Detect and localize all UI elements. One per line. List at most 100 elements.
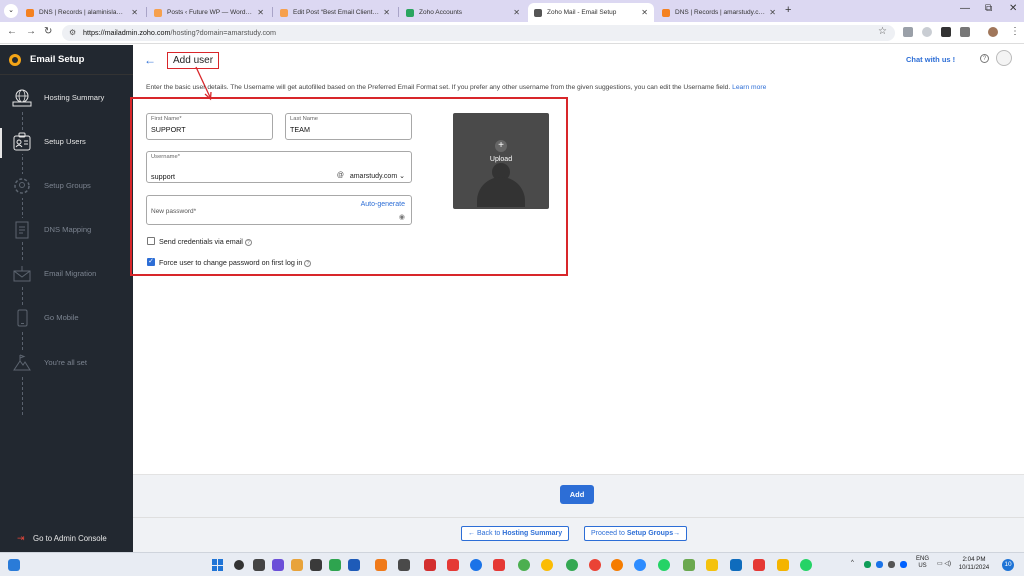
url-text: https://mailadmin.zoho.com/hosting?domai… [83, 28, 277, 37]
domain-select[interactable]: amarstudy.com ⌄ [350, 172, 405, 180]
admin-console-link[interactable]: ⇥ Go to Admin Console [0, 524, 133, 552]
taskbar-app-icon[interactable] [447, 559, 459, 571]
site-info-icon[interactable]: ⚙ [69, 28, 76, 37]
help-question-icon[interactable]: ? [244, 238, 252, 246]
chrome-icon[interactable] [589, 559, 601, 571]
close-tab-icon[interactable]: ✕ [769, 8, 776, 17]
sidebar-item-email-migration[interactable]: Email Migration [0, 260, 133, 290]
extensions-puzzle-icon[interactable] [960, 27, 970, 37]
close-tab-icon[interactable]: ✕ [641, 8, 648, 17]
sidebar-item-dns-mapping[interactable]: DNS Mapping [0, 216, 133, 246]
browser-menu-icon[interactable]: ⋮ [1010, 26, 1020, 37]
proceed-to-setup-groups-button[interactable]: Proceed to Setup Groups→ [584, 526, 688, 541]
sidebar-item-label: Setup Groups [44, 181, 91, 190]
chat-app-icon[interactable] [272, 559, 284, 571]
language-indicator[interactable]: ENG US [916, 556, 929, 570]
taskbar-app-icon[interactable] [470, 559, 482, 571]
sidebar-item-label: You're all set [44, 358, 87, 367]
taskbar-app-icon[interactable] [329, 559, 341, 571]
notification-badge[interactable]: 10 [1002, 559, 1014, 571]
sidebar-item-hosting-summary[interactable]: Hosting Summary [0, 84, 133, 114]
bookmark-star-icon[interactable]: ☆ [878, 26, 887, 37]
clock[interactable]: 2:04 PM 10/11/2024 [954, 556, 994, 572]
taskbar-app-icon[interactable] [753, 559, 765, 571]
widgets-icon[interactable] [8, 559, 20, 571]
whatsapp-icon[interactable] [800, 559, 812, 571]
chevron-down-icon: ⌄ [399, 173, 405, 180]
outlook-icon[interactable] [730, 559, 742, 571]
profile-avatar-icon[interactable] [988, 27, 998, 37]
restore-window-button[interactable]: ⧉ [985, 3, 992, 14]
chrome-icon[interactable] [566, 559, 578, 571]
tray-overflow-icon[interactable]: ^ [851, 560, 854, 566]
extension-icon[interactable] [941, 27, 951, 37]
username-field[interactable]: Username* support @ amarstudy.com ⌄ [146, 151, 412, 183]
close-tab-icon[interactable]: ✕ [257, 8, 264, 17]
browser-tab-4[interactable]: Zoho Accounts ✕ [400, 3, 526, 22]
back-to-hosting-summary-button[interactable]: ← Back to Hosting Summary [461, 526, 570, 541]
zoom-icon[interactable] [634, 559, 646, 571]
extension-icon[interactable] [922, 27, 932, 37]
browser-tab-1[interactable]: DNS | Records | alaminislam.me ✕ [20, 3, 144, 22]
tab-search-button[interactable]: ⌄ [4, 4, 18, 18]
add-user-button[interactable]: Add [560, 485, 594, 504]
taskbar-app-icon[interactable] [398, 559, 410, 571]
close-tab-icon[interactable]: ✕ [383, 8, 390, 17]
close-tab-icon[interactable]: ✕ [131, 8, 138, 17]
taskbar-app-icon[interactable] [777, 559, 789, 571]
network-volume-icon[interactable]: ▭ ◁) [937, 560, 951, 567]
back-arrow-icon[interactable]: ← [144, 53, 156, 67]
tray-app-icon[interactable] [888, 561, 895, 568]
taskbar-app-icon[interactable] [348, 559, 360, 571]
browser-tab-2[interactable]: Posts ‹ Future WP — WordPress ✕ [148, 3, 270, 22]
taskbar-app-icon[interactable] [375, 559, 387, 571]
help-icon[interactable]: ? [980, 54, 989, 63]
whatsapp-icon[interactable] [658, 559, 670, 571]
firefox-icon[interactable] [611, 559, 623, 571]
auto-generate-link[interactable]: Auto-generate [361, 201, 405, 208]
browser-tab-6[interactable]: DNS | Records | amarstudy.com ✕ [656, 3, 782, 22]
address-bar[interactable]: ⚙ https://mailadmin.zoho.com/hosting?dom… [62, 25, 895, 41]
back-nav-icon[interactable]: ← [7, 26, 17, 37]
sidebar-item-go-mobile[interactable]: Go Mobile [0, 304, 133, 334]
task-view-icon[interactable] [253, 559, 265, 571]
start-menu-icon[interactable] [212, 559, 224, 571]
new-tab-button[interactable]: + [785, 4, 791, 16]
chrome-icon[interactable] [518, 559, 530, 571]
youtube-icon[interactable] [493, 559, 505, 571]
wordpress-favicon-icon [280, 8, 288, 17]
search-icon[interactable] [234, 560, 244, 570]
tray-app-icon[interactable] [864, 561, 871, 568]
tray-app-icon[interactable] [876, 561, 883, 568]
close-window-button[interactable]: ✕ [1009, 3, 1017, 14]
dns-document-icon [10, 218, 34, 242]
filezilla-icon[interactable] [424, 559, 436, 571]
dropbox-icon[interactable] [900, 561, 907, 568]
forward-nav-icon[interactable]: → [26, 26, 36, 37]
close-tab-icon[interactable]: ✕ [513, 8, 520, 17]
browser-tab-5-active[interactable]: Zoho Mail - Email Setup ✕ [528, 3, 654, 22]
sidebar-item-all-set[interactable]: You're all set [0, 349, 133, 379]
sidebar-item-setup-users[interactable]: Setup Users [0, 128, 133, 158]
send-credentials-checkbox[interactable] [147, 237, 155, 245]
user-avatar[interactable] [996, 50, 1012, 66]
sidebar-item-setup-groups[interactable]: Setup Groups [0, 172, 133, 202]
extension-icon[interactable] [903, 27, 913, 37]
help-question-icon[interactable]: ? [304, 259, 312, 267]
file-explorer-icon[interactable] [706, 559, 718, 571]
force-password-change-checkbox[interactable]: ✓ [147, 258, 155, 266]
minimize-window-button[interactable]: — [960, 3, 970, 14]
taskbar-app-icon[interactable] [683, 559, 695, 571]
reload-icon[interactable]: ↻ [44, 26, 52, 37]
first-name-field[interactable]: First Name* SUPPORT [146, 113, 273, 140]
show-password-eye-icon[interactable]: ◉ [399, 213, 405, 221]
chat-with-us-link[interactable]: Chat with us ! [906, 55, 955, 64]
taskbar-app-icon[interactable] [291, 559, 303, 571]
browser-tab-3[interactable]: Edit Post “Best Email Client For ✕ [274, 3, 396, 22]
last-name-field[interactable]: Last Name TEAM [285, 113, 412, 140]
taskbar-app-icon[interactable] [310, 559, 322, 571]
profile-photo-upload[interactable]: + Upload [453, 113, 549, 209]
new-password-field[interactable]: New password* Auto-generate ◉ [146, 195, 412, 225]
chrome-icon[interactable] [541, 559, 553, 571]
learn-more-link[interactable]: Learn more [732, 84, 766, 91]
